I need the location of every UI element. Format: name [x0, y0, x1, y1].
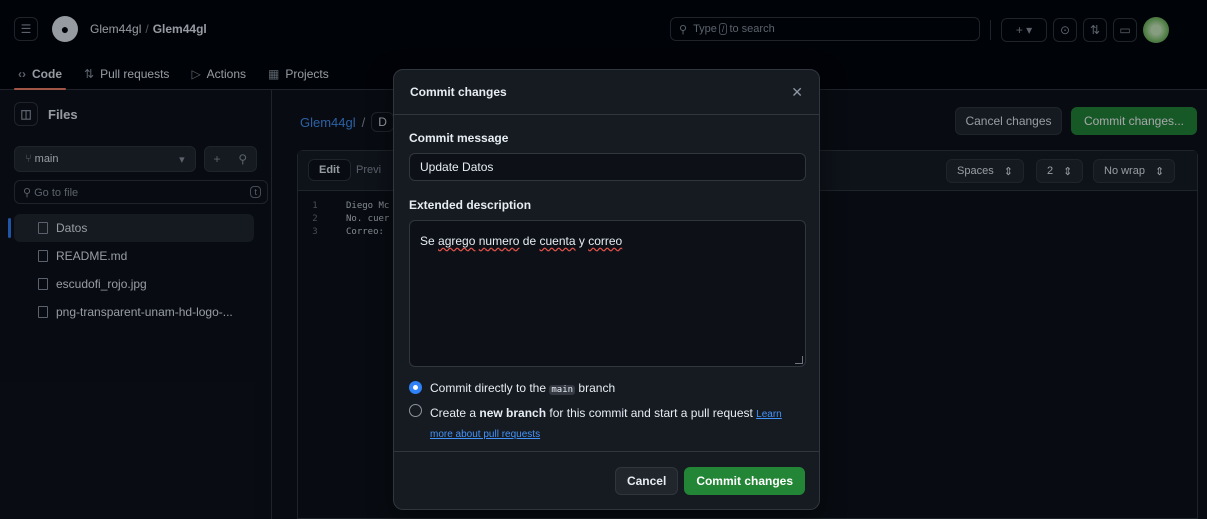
description-word: de [522, 234, 537, 248]
commit-dialog: Commit changes ✕ Commit message Update D… [393, 69, 820, 510]
new-branch-option[interactable]: Create a new branch for this commit and … [409, 404, 804, 444]
description-word: cuenta [539, 234, 576, 248]
close-icon[interactable]: ✕ [791, 84, 803, 101]
commit-message-label: Commit message [409, 131, 509, 145]
option1-suffix: branch [578, 381, 616, 395]
extended-description-textarea[interactable]: Se agrego numero de cuenta y correo [409, 220, 806, 367]
radio-new-branch[interactable] [409, 404, 422, 417]
dialog-footer: Cancel Commit changes [394, 451, 819, 509]
commit-message-value: Update Datos [420, 160, 494, 174]
new-branch-text: Create a new branch for this commit and … [430, 404, 782, 444]
radio-commit-direct[interactable] [409, 381, 422, 394]
cancel-button[interactable]: Cancel [614, 466, 679, 495]
learn-more-link-continued[interactable]: more about pull requests [430, 429, 540, 440]
dialog-body: Commit message Update Datos Extended des… [394, 115, 819, 444]
option1-branch: main [549, 385, 576, 395]
learn-more-link[interactable]: Learn [756, 409, 782, 420]
extended-description-label: Extended description [409, 198, 532, 212]
dialog-title: Commit changes [410, 85, 507, 99]
option2-bold: new branch [479, 406, 547, 420]
commit-direct-option[interactable]: Commit directly to the main branch [409, 381, 804, 395]
commit-direct-text: Commit directly to the main branch [430, 381, 615, 395]
option2-suffix: for this commit and start a pull request [549, 406, 753, 420]
description-word: correo [588, 234, 623, 248]
confirm-commit-button[interactable]: Commit changes [684, 466, 805, 495]
commit-message-input[interactable]: Update Datos [409, 153, 806, 181]
description-word: agrego [438, 234, 476, 248]
description-word: y [578, 234, 585, 248]
option1-prefix: Commit directly to the [430, 381, 547, 395]
resize-handle[interactable] [795, 356, 803, 364]
dialog-header: Commit changes ✕ [394, 70, 819, 115]
option2-prefix: Create a [430, 406, 477, 420]
description-word: Se [420, 234, 435, 248]
description-word: numero [478, 234, 520, 248]
